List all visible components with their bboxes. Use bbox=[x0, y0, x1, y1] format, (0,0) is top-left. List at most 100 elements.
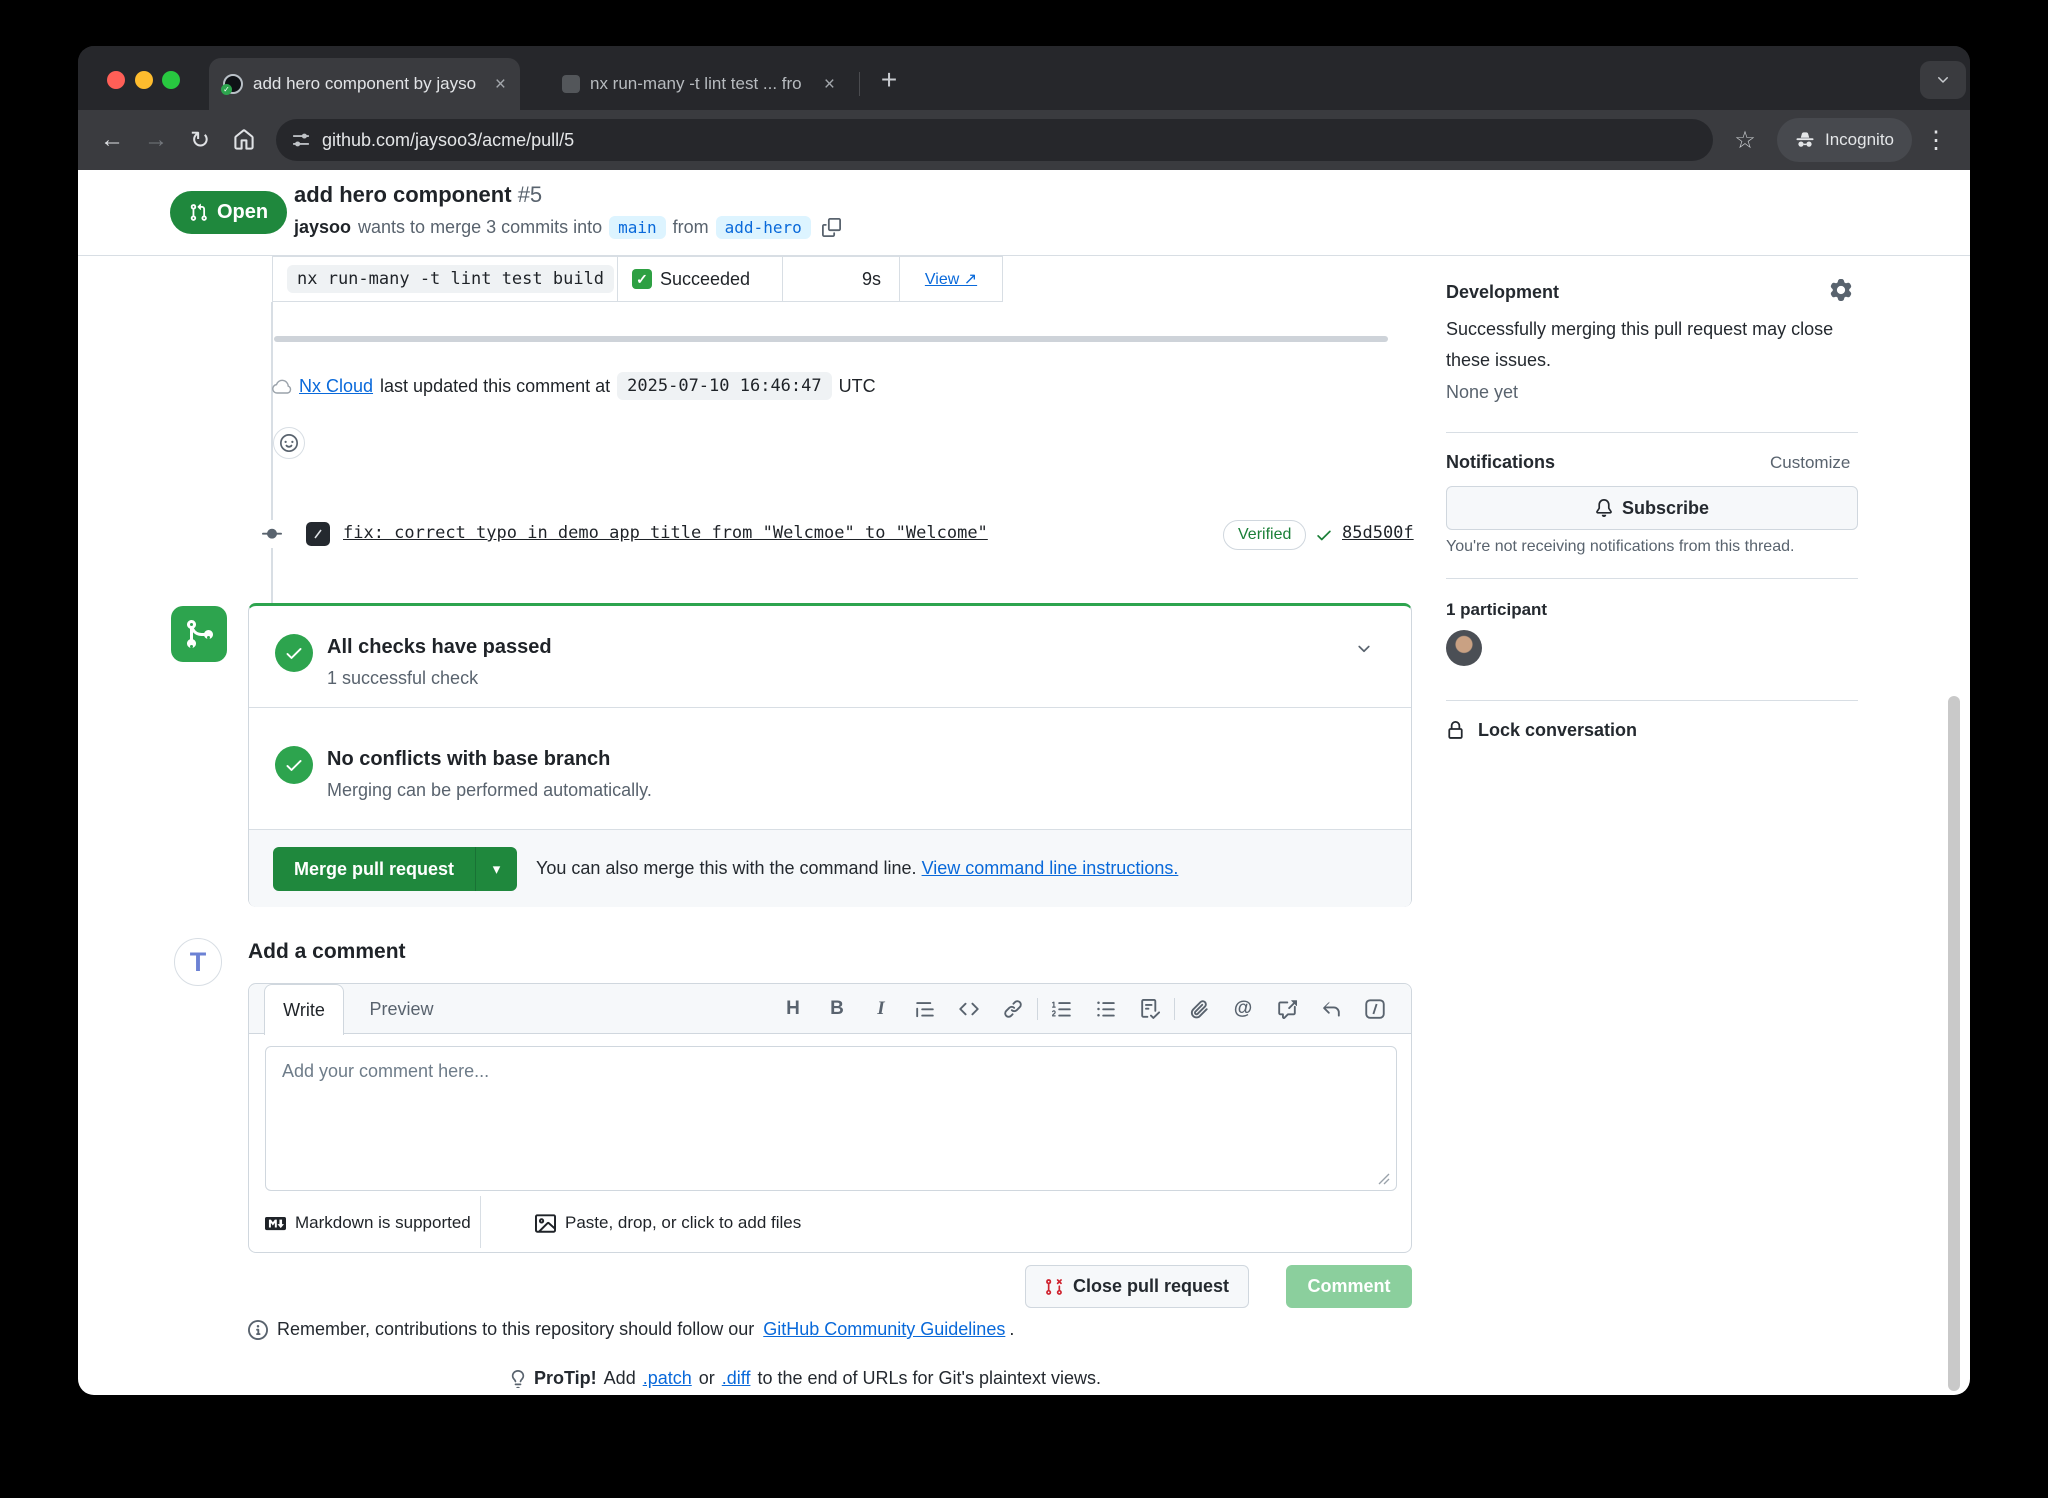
nx-cloud-link[interactable]: Nx Cloud bbox=[299, 376, 373, 397]
forward-button[interactable]: → bbox=[136, 120, 176, 160]
tab-pull-request[interactable]: ✓ add hero component by jayso × bbox=[209, 58, 520, 110]
chevron-down-icon bbox=[1355, 640, 1373, 658]
comment-submit-button[interactable]: Comment bbox=[1286, 1265, 1412, 1308]
close-window-button[interactable] bbox=[107, 71, 125, 89]
link-button[interactable] bbox=[991, 984, 1035, 1034]
commit-author-avatar[interactable] bbox=[306, 522, 330, 546]
close-tab-icon[interactable]: × bbox=[495, 75, 506, 94]
table-scroll-indicator[interactable] bbox=[274, 336, 1388, 342]
merge-options-caret-button[interactable]: ▾ bbox=[476, 847, 517, 891]
commit-check-icon bbox=[1315, 526, 1333, 544]
merge-pull-request-button[interactable]: Merge pull request bbox=[273, 847, 475, 891]
maximize-window-button[interactable] bbox=[162, 71, 180, 89]
link-icon bbox=[1003, 999, 1023, 1019]
tab-nx-run[interactable]: nx run-many -t lint test ... fro × bbox=[548, 60, 849, 108]
code-icon bbox=[959, 999, 979, 1019]
check-view-cell: View ↗ bbox=[900, 257, 1002, 301]
tab-divider bbox=[859, 72, 860, 96]
close-tab-icon[interactable]: × bbox=[824, 75, 835, 94]
commit-sha-link[interactable]: 85d500f bbox=[1342, 523, 1414, 543]
check-name-cell: nx run-many -t lint test build bbox=[273, 257, 618, 301]
slash-commands-button[interactable] bbox=[1353, 984, 1397, 1034]
notifications-customize-link[interactable]: Customize bbox=[1770, 453, 1850, 473]
pr-state-label: Open bbox=[217, 201, 268, 224]
guidelines-link[interactable]: GitHub Community Guidelines bbox=[763, 1319, 1005, 1340]
add-reaction-button[interactable] bbox=[273, 427, 305, 459]
heading-button[interactable]: H bbox=[771, 984, 815, 1034]
cross-reference-button[interactable] bbox=[1265, 984, 1309, 1034]
git-merge-icon bbox=[183, 618, 215, 650]
pr-author: jaysoo bbox=[294, 217, 351, 238]
commit-timeline-marker bbox=[258, 520, 286, 548]
bot-comment-text: last updated this comment at bbox=[380, 376, 610, 397]
lock-conversation-button[interactable]: Lock conversation bbox=[1446, 720, 1637, 741]
attach-file-button[interactable] bbox=[1177, 984, 1221, 1034]
cli-instructions-link[interactable]: View command line instructions. bbox=[922, 858, 1179, 878]
merge-status-marker bbox=[171, 606, 227, 662]
new-tab-button[interactable]: + bbox=[871, 62, 907, 98]
verified-badge: Verified bbox=[1223, 520, 1306, 550]
sidebar-divider bbox=[1446, 700, 1858, 701]
bookmark-star-button[interactable]: ☆ bbox=[1725, 120, 1765, 160]
subscribe-button[interactable]: Subscribe bbox=[1446, 486, 1858, 530]
browser-navbar: ← → ↻ github.com/jaysoo3/acme/pull/5 ☆ I… bbox=[78, 110, 1970, 170]
tab-write[interactable]: Write bbox=[264, 984, 344, 1035]
back-button[interactable]: ← bbox=[92, 120, 132, 160]
checks-expand-button[interactable] bbox=[1355, 640, 1373, 658]
numbered-list-button[interactable] bbox=[1040, 984, 1084, 1034]
bullet-list-button[interactable] bbox=[1084, 984, 1128, 1034]
minimize-window-button[interactable] bbox=[135, 71, 153, 89]
bot-comment-footer: Nx Cloud last updated this comment at 20… bbox=[272, 371, 876, 401]
paste-files-button[interactable]: Paste, drop, or click to add files bbox=[535, 1206, 801, 1240]
lock-conversation-label: Lock conversation bbox=[1478, 720, 1637, 741]
head-branch-chip[interactable]: add-hero bbox=[716, 216, 811, 239]
markdown-supported-link[interactable]: Markdown is supported bbox=[265, 1206, 471, 1240]
textarea-resize-handle[interactable] bbox=[1377, 1172, 1390, 1185]
slash-command-icon bbox=[1365, 999, 1385, 1019]
close-pull-request-button[interactable]: Close pull request bbox=[1025, 1265, 1249, 1308]
development-settings-button[interactable] bbox=[1830, 279, 1852, 301]
mention-button[interactable]: @ bbox=[1221, 984, 1265, 1034]
current-user-avatar: T bbox=[174, 938, 222, 986]
pr-number: #5 bbox=[518, 182, 542, 207]
markdown-toolbar: H B I bbox=[771, 984, 1397, 1034]
base-branch-chip[interactable]: main bbox=[609, 216, 666, 239]
merge-box: All checks have passed 1 successful chec… bbox=[248, 603, 1412, 907]
patch-link[interactable]: .patch bbox=[643, 1368, 692, 1389]
address-bar[interactable]: github.com/jaysoo3/acme/pull/5 bbox=[276, 119, 1713, 161]
toolbar-divider bbox=[1037, 998, 1038, 1020]
quote-button[interactable] bbox=[903, 984, 947, 1034]
check-status-cell: ✓Succeeded bbox=[618, 257, 783, 301]
diff-link[interactable]: .diff bbox=[722, 1368, 751, 1389]
paste-note: Paste, drop, or click to add files bbox=[565, 1213, 801, 1233]
bell-icon bbox=[1595, 499, 1613, 517]
from-word: from bbox=[673, 217, 709, 238]
copy-icon[interactable] bbox=[822, 218, 841, 237]
participant-avatar[interactable] bbox=[1446, 630, 1482, 666]
markdown-icon bbox=[265, 1213, 286, 1234]
subscribe-label: Subscribe bbox=[1622, 498, 1709, 519]
code-button[interactable] bbox=[947, 984, 991, 1034]
task-list-button[interactable] bbox=[1128, 984, 1172, 1034]
numbered-list-icon bbox=[1052, 999, 1072, 1019]
saved-replies-button[interactable] bbox=[1309, 984, 1353, 1034]
comment-input[interactable] bbox=[265, 1046, 1397, 1191]
italic-button[interactable]: I bbox=[859, 984, 903, 1034]
browser-window: ✓ add hero component by jayso × nx run-m… bbox=[78, 46, 1970, 1395]
protip-or: or bbox=[699, 1368, 715, 1389]
check-view-link[interactable]: View ↗ bbox=[925, 269, 977, 289]
incognito-icon bbox=[1795, 130, 1815, 150]
conflicts-subtitle: Merging can be performed automatically. bbox=[327, 780, 652, 801]
tab-preview[interactable]: Preview bbox=[349, 984, 454, 1034]
commit-message-link[interactable]: fix: correct typo in demo app title from… bbox=[343, 523, 988, 543]
protip-label: ProTip! bbox=[534, 1368, 597, 1389]
tab-search-chevron-button[interactable] bbox=[1920, 61, 1966, 99]
bold-button[interactable]: B bbox=[815, 984, 859, 1034]
check-duration-cell: 9s bbox=[783, 257, 900, 301]
page-scrollbar[interactable] bbox=[1948, 696, 1960, 1391]
checks-title: All checks have passed bbox=[327, 636, 552, 659]
home-button[interactable] bbox=[224, 120, 264, 160]
browser-menu-button[interactable]: ⋮ bbox=[1916, 120, 1956, 160]
reload-button[interactable]: ↻ bbox=[180, 120, 220, 160]
incognito-badge: Incognito bbox=[1777, 118, 1912, 162]
